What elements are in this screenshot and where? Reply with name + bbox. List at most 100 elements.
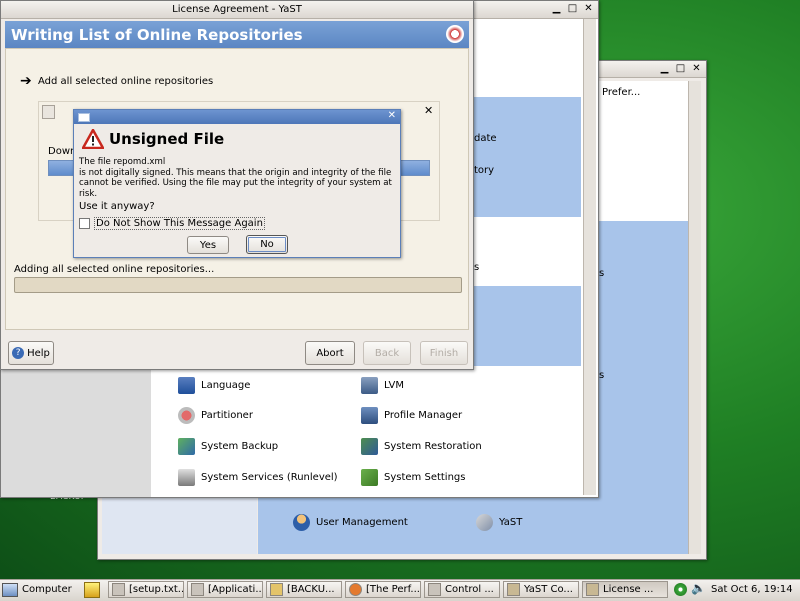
task-control[interactable]: Control ...: [424, 581, 500, 598]
dialog-question: Use it anyway?: [79, 201, 155, 212]
system-restoration-icon: [361, 438, 378, 455]
language-icon: [178, 377, 195, 394]
task-label: YaST Co...: [524, 584, 573, 595]
module-system-backup[interactable]: System Backup: [178, 438, 278, 455]
clock[interactable]: Sat Oct 6, 19:14: [711, 584, 793, 595]
group-yast[interactable]: YaST: [476, 514, 522, 531]
task-setup-txt[interactable]: [setup.txt...: [108, 581, 184, 598]
step-arrow-icon: ➔: [20, 73, 32, 89]
yast-icon: [476, 514, 493, 531]
document-icon: [112, 583, 125, 596]
computer-icon: [2, 582, 18, 597]
yast-task-icon: [507, 583, 520, 596]
task-license[interactable]: License ...: [582, 581, 668, 598]
module-system-settings[interactable]: System Settings: [361, 469, 465, 486]
control-center-icon: [428, 583, 441, 596]
task-label: Control ...: [445, 584, 494, 595]
dont-show-label: Do Not Show This Message Again: [94, 217, 265, 230]
task-label: [Applicati...: [208, 584, 263, 595]
help-icon: ?: [12, 347, 25, 359]
task-yast-control[interactable]: YaST Co...: [503, 581, 579, 598]
yast-task-icon: [586, 583, 599, 596]
dialog-message: The file repomd.xml is not digitally sig…: [79, 157, 392, 199]
side-text-fragment: s: [599, 370, 605, 381]
yast-window-titlebar[interactable]: License Agreement - YaST: [1, 1, 473, 19]
window-title: License Agreement - YaST: [172, 4, 302, 15]
dialog-titlebar[interactable]: ✕: [74, 110, 400, 124]
module-label: System Settings: [384, 472, 466, 483]
dialog-menu-icon[interactable]: [78, 113, 90, 122]
scrollbar[interactable]: [688, 81, 701, 554]
finish-button[interactable]: Finish: [420, 341, 468, 365]
module-partitioner[interactable]: Partitioner: [178, 407, 253, 424]
progress-label: Adding all selected online repositories.…: [14, 264, 215, 275]
task-label: License ...: [603, 584, 654, 595]
group-label: User Management: [316, 517, 408, 528]
computer-label: Computer: [22, 584, 72, 595]
dont-show-checkbox[interactable]: [79, 218, 90, 229]
module-list-highlight-bottom: [471, 286, 581, 366]
task-label: [BACKU...: [287, 584, 335, 595]
dont-show-checkbox-row[interactable]: Do Not Show This Message Again: [79, 217, 265, 230]
task-applications[interactable]: [Applicati...: [187, 581, 263, 598]
group-user-management[interactable]: User Management: [293, 514, 408, 531]
system-backup-icon: [178, 438, 195, 455]
task-label: [The Perf...: [366, 584, 420, 595]
help-button[interactable]: ? Help: [8, 341, 54, 365]
control-center-white-panel: [598, 81, 688, 221]
module-lvm[interactable]: LVM: [361, 377, 404, 394]
dialog-title: Unsigned File: [109, 130, 225, 148]
module-list-highlight-top: [471, 97, 581, 217]
group-label: YaST: [499, 517, 523, 528]
side-text-fragment: s: [599, 268, 605, 279]
maximize-icon[interactable]: □: [566, 2, 579, 15]
no-button[interactable]: No: [246, 235, 288, 254]
minimize-icon[interactable]: ▁: [550, 2, 563, 15]
lvm-icon: [361, 377, 378, 394]
module-language[interactable]: Language: [178, 377, 250, 394]
maximize-icon[interactable]: □: [674, 62, 687, 75]
folder-icon: [270, 583, 283, 596]
unsigned-file-dialog: ✕ Unsigned File The file repomd.xml is n…: [73, 109, 401, 258]
browser-icon: [349, 583, 362, 596]
download-close-icon[interactable]: ✕: [424, 104, 433, 117]
yes-button[interactable]: Yes: [187, 236, 229, 254]
task-the-perf[interactable]: [The Perf...: [345, 581, 421, 598]
header-title: Writing List of Online Repositories: [11, 26, 303, 44]
notes-launcher-icon[interactable]: [84, 582, 100, 598]
network-tray-icon[interactable]: [674, 583, 687, 596]
computer-menu-button[interactable]: Computer: [2, 581, 72, 598]
module-label: Profile Manager: [384, 410, 463, 421]
task-backup[interactable]: [BACKU...: [266, 581, 342, 598]
window-icon: [191, 583, 204, 596]
module-label: LVM: [384, 380, 404, 391]
module-label: System Restoration: [384, 441, 482, 452]
volume-tray-icon[interactable]: 🔈: [691, 581, 706, 595]
pref-text[interactable]: Prefer...: [602, 87, 640, 98]
task-label: [setup.txt...: [129, 584, 184, 595]
overall-progress-bar: [14, 277, 462, 293]
minimize-icon[interactable]: ▁: [658, 62, 671, 75]
side-text-fragment: tory: [474, 165, 495, 176]
warning-icon: [80, 127, 106, 150]
close-icon[interactable]: ✕: [582, 2, 595, 15]
step-label: Add all selected online repositories: [38, 76, 214, 87]
back-button[interactable]: Back: [363, 341, 411, 365]
system-settings-icon: [361, 469, 378, 486]
module-system-services[interactable]: System Services (Runlevel): [178, 469, 338, 486]
close-icon[interactable]: ✕: [690, 62, 703, 75]
header-bar: Writing List of Online Repositories: [5, 21, 469, 48]
module-label: Language: [201, 380, 251, 391]
module-list-scrollbar[interactable]: [583, 19, 596, 495]
side-text-fragment: s: [474, 262, 480, 273]
module-profile-manager[interactable]: Profile Manager: [361, 407, 462, 424]
module-label: System Services (Runlevel): [201, 472, 338, 483]
module-system-restoration[interactable]: System Restoration: [361, 438, 482, 455]
abort-button[interactable]: Abort: [305, 341, 355, 365]
system-services-icon: [178, 469, 195, 486]
help-label: Help: [27, 347, 50, 359]
partitioner-icon: [178, 407, 195, 424]
yast-logo-icon: [446, 25, 464, 43]
side-text-fragment: date: [474, 133, 497, 144]
dialog-close-icon[interactable]: ✕: [388, 110, 396, 121]
